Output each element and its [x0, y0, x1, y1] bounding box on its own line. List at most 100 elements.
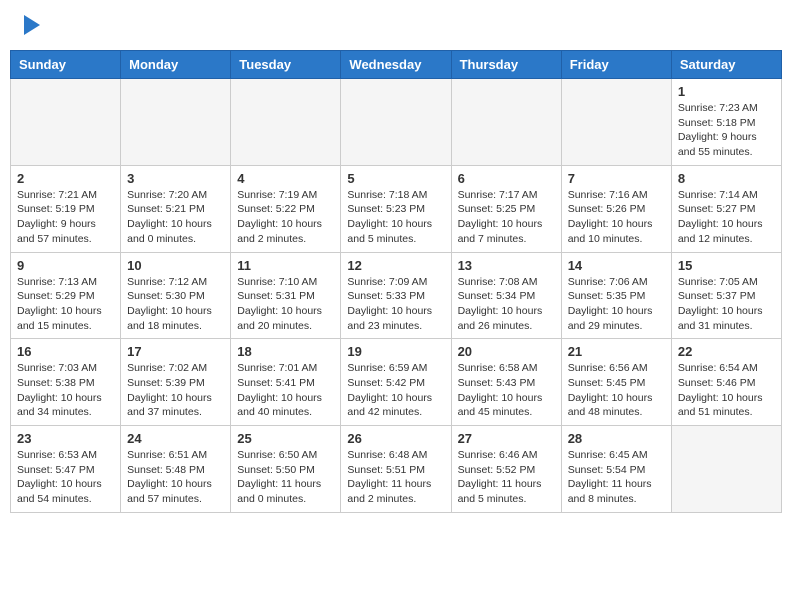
day-number: 10 [127, 258, 224, 273]
day-info: Sunrise: 7:06 AM Sunset: 5:35 PM Dayligh… [568, 275, 665, 334]
day-info: Sunrise: 7:13 AM Sunset: 5:29 PM Dayligh… [17, 275, 114, 334]
day-info: Sunrise: 6:59 AM Sunset: 5:42 PM Dayligh… [347, 361, 444, 420]
day-info: Sunrise: 7:23 AM Sunset: 5:18 PM Dayligh… [678, 101, 775, 160]
day-number: 6 [458, 171, 555, 186]
day-info: Sunrise: 6:50 AM Sunset: 5:50 PM Dayligh… [237, 448, 334, 507]
calendar-cell: 13 Sunrise: 7:08 AM Sunset: 5:34 PM Dayli… [451, 252, 561, 339]
day-number: 14 [568, 258, 665, 273]
day-info: Sunrise: 6:58 AM Sunset: 5:43 PM Dayligh… [458, 361, 555, 420]
day-info: Sunrise: 6:48 AM Sunset: 5:51 PM Dayligh… [347, 448, 444, 507]
day-number: 25 [237, 431, 334, 446]
calendar-cell: 17Sunrise: 7:02 AM Sunset: 5:39 PM Dayli… [121, 339, 231, 426]
day-number: 28 [568, 431, 665, 446]
day-number: 12 [347, 258, 444, 273]
week-row-2: 2 Sunrise: 7:21 AM Sunset: 5:19 PM Daylig… [11, 165, 782, 252]
day-number: 19 [347, 344, 444, 359]
calendar-cell [671, 426, 781, 513]
day-info: Sunrise: 7:01 AM Sunset: 5:41 PM Dayligh… [237, 361, 334, 420]
week-row-3: 9 Sunrise: 7:13 AM Sunset: 5:29 PM Daylig… [11, 252, 782, 339]
day-info: Sunrise: 6:45 AM Sunset: 5:54 PM Dayligh… [568, 448, 665, 507]
day-number: 11 [237, 258, 334, 273]
day-info: Sunrise: 6:51 AM Sunset: 5:48 PM Dayligh… [127, 448, 224, 507]
day-number: 27 [458, 431, 555, 446]
calendar-cell: 6 Sunrise: 7:17 AM Sunset: 5:25 PM Daylig… [451, 165, 561, 252]
day-number: 2 [17, 171, 114, 186]
calendar-cell [451, 79, 561, 166]
day-number: 15 [678, 258, 775, 273]
calendar-header-saturday: Saturday [671, 51, 781, 79]
day-number: 23 [17, 431, 114, 446]
calendar-cell: 27 Sunrise: 6:46 AM Sunset: 5:52 PM Dayli… [451, 426, 561, 513]
logo-text [20, 15, 40, 35]
day-info: Sunrise: 7:09 AM Sunset: 5:33 PM Dayligh… [347, 275, 444, 334]
calendar-cell: 24 Sunrise: 6:51 AM Sunset: 5:48 PM Dayli… [121, 426, 231, 513]
day-info: Sunrise: 6:53 AM Sunset: 5:47 PM Dayligh… [17, 448, 114, 507]
calendar-cell: 28 Sunrise: 6:45 AM Sunset: 5:54 PM Dayli… [561, 426, 671, 513]
calendar-cell: 1 Sunrise: 7:23 AM Sunset: 5:18 PM Daylig… [671, 79, 781, 166]
day-info: Sunrise: 7:08 AM Sunset: 5:34 PM Dayligh… [458, 275, 555, 334]
calendar-cell: 14 Sunrise: 7:06 AM Sunset: 5:35 PM Dayli… [561, 252, 671, 339]
calendar-header-thursday: Thursday [451, 51, 561, 79]
calendar-cell: 7 Sunrise: 7:16 AM Sunset: 5:26 PM Daylig… [561, 165, 671, 252]
day-number: 18 [237, 344, 334, 359]
day-info: Sunrise: 7:18 AM Sunset: 5:23 PM Dayligh… [347, 188, 444, 247]
day-info: Sunrise: 7:12 AM Sunset: 5:30 PM Dayligh… [127, 275, 224, 334]
day-number: 26 [347, 431, 444, 446]
calendar-cell: 22 Sunrise: 6:54 AM Sunset: 5:46 PM Dayli… [671, 339, 781, 426]
day-info: Sunrise: 7:03 AM Sunset: 5:38 PM Dayligh… [17, 361, 114, 420]
day-number: 9 [17, 258, 114, 273]
day-info: Sunrise: 7:16 AM Sunset: 5:26 PM Dayligh… [568, 188, 665, 247]
calendar-cell [231, 79, 341, 166]
calendar-cell: 12 Sunrise: 7:09 AM Sunset: 5:33 PM Dayli… [341, 252, 451, 339]
calendar-header-row: SundayMondayTuesdayWednesdayThursdayFrid… [11, 51, 782, 79]
week-row-5: 23 Sunrise: 6:53 AM Sunset: 5:47 PM Dayli… [11, 426, 782, 513]
calendar-cell [561, 79, 671, 166]
week-row-1: 1 Sunrise: 7:23 AM Sunset: 5:18 PM Daylig… [11, 79, 782, 166]
logo-arrow-icon [24, 15, 40, 35]
calendar-header-monday: Monday [121, 51, 231, 79]
logo [20, 15, 40, 35]
calendar-cell: 3Sunrise: 7:20 AM Sunset: 5:21 PM Daylig… [121, 165, 231, 252]
day-number: 13 [458, 258, 555, 273]
day-info: Sunrise: 7:17 AM Sunset: 5:25 PM Dayligh… [458, 188, 555, 247]
day-info: Sunrise: 6:54 AM Sunset: 5:46 PM Dayligh… [678, 361, 775, 420]
day-number: 24 [127, 431, 224, 446]
calendar-cell: 11Sunrise: 7:10 AM Sunset: 5:31 PM Dayli… [231, 252, 341, 339]
calendar-header-friday: Friday [561, 51, 671, 79]
calendar-cell: 23 Sunrise: 6:53 AM Sunset: 5:47 PM Dayli… [11, 426, 121, 513]
calendar-cell: 15 Sunrise: 7:05 AM Sunset: 5:37 PM Dayli… [671, 252, 781, 339]
day-info: Sunrise: 7:05 AM Sunset: 5:37 PM Dayligh… [678, 275, 775, 334]
day-number: 20 [458, 344, 555, 359]
week-row-4: 16Sunrise: 7:03 AM Sunset: 5:38 PM Dayli… [11, 339, 782, 426]
calendar-cell: 26 Sunrise: 6:48 AM Sunset: 5:51 PM Dayli… [341, 426, 451, 513]
day-info: Sunrise: 7:14 AM Sunset: 5:27 PM Dayligh… [678, 188, 775, 247]
calendar: SundayMondayTuesdayWednesdayThursdayFrid… [10, 50, 782, 513]
calendar-cell: 21Sunrise: 6:56 AM Sunset: 5:45 PM Dayli… [561, 339, 671, 426]
calendar-cell [341, 79, 451, 166]
calendar-cell: 19 Sunrise: 6:59 AM Sunset: 5:42 PM Dayli… [341, 339, 451, 426]
day-info: Sunrise: 6:56 AM Sunset: 5:45 PM Dayligh… [568, 361, 665, 420]
day-number: 3 [127, 171, 224, 186]
calendar-cell [121, 79, 231, 166]
day-number: 5 [347, 171, 444, 186]
day-number: 8 [678, 171, 775, 186]
calendar-cell: 5 Sunrise: 7:18 AM Sunset: 5:23 PM Daylig… [341, 165, 451, 252]
day-info: Sunrise: 7:21 AM Sunset: 5:19 PM Dayligh… [17, 188, 114, 247]
calendar-cell [11, 79, 121, 166]
calendar-cell: 25 Sunrise: 6:50 AM Sunset: 5:50 PM Dayli… [231, 426, 341, 513]
day-info: Sunrise: 7:19 AM Sunset: 5:22 PM Dayligh… [237, 188, 334, 247]
calendar-header-tuesday: Tuesday [231, 51, 341, 79]
calendar-cell: 20 Sunrise: 6:58 AM Sunset: 5:43 PM Dayli… [451, 339, 561, 426]
calendar-cell: 10 Sunrise: 7:12 AM Sunset: 5:30 PM Dayli… [121, 252, 231, 339]
day-number: 22 [678, 344, 775, 359]
day-number: 7 [568, 171, 665, 186]
calendar-cell: 2 Sunrise: 7:21 AM Sunset: 5:19 PM Daylig… [11, 165, 121, 252]
calendar-cell: 9 Sunrise: 7:13 AM Sunset: 5:29 PM Daylig… [11, 252, 121, 339]
day-number: 4 [237, 171, 334, 186]
calendar-cell: 16Sunrise: 7:03 AM Sunset: 5:38 PM Dayli… [11, 339, 121, 426]
day-number: 1 [678, 84, 775, 99]
day-info: Sunrise: 6:46 AM Sunset: 5:52 PM Dayligh… [458, 448, 555, 507]
day-info: Sunrise: 7:02 AM Sunset: 5:39 PM Dayligh… [127, 361, 224, 420]
header [10, 10, 782, 40]
calendar-cell: 18 Sunrise: 7:01 AM Sunset: 5:41 PM Dayli… [231, 339, 341, 426]
